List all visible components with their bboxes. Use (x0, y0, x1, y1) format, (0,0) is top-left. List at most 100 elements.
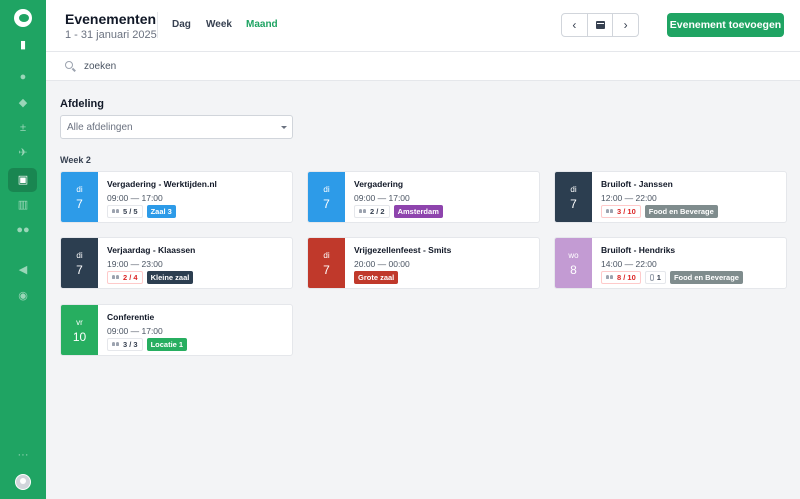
event-title: Vrijgezellenfeest - Smits (354, 245, 452, 255)
tab-week[interactable]: Week (206, 19, 232, 30)
attendee-count: 3 / 3 (107, 338, 143, 351)
event-title: Vergadering (354, 179, 404, 189)
event-date: di 7 (61, 172, 98, 222)
users-icon (606, 209, 614, 214)
users-icon (606, 275, 614, 280)
chevron-down-icon (281, 126, 287, 129)
event-day: 7 (570, 197, 577, 211)
event-day: 7 (323, 263, 330, 277)
building-icon[interactable]: ▮ (13, 35, 33, 55)
event-meta: Grote zaal (354, 271, 399, 284)
attendee-count-text: 3 / 10 (617, 207, 636, 216)
event-time: 12:00 — 22:00 (601, 193, 657, 203)
event-date: di 7 (61, 238, 98, 288)
event-card[interactable]: wo 8 Bruiloft - Hendriks 14:00 — 22:00 8 / 1… (554, 237, 787, 289)
event-meta: 2 / 2 Amsterdam (354, 205, 443, 218)
location-tag: Food en Beverage (669, 271, 743, 284)
event-meta: 2 / 4 Kleine zaal (107, 271, 194, 284)
department-select-value: Alle afdelingen (67, 122, 133, 133)
bar-chart-icon[interactable]: ▥ (13, 195, 33, 215)
event-meta: 3 / 3 Locatie 1 (107, 338, 188, 351)
plus-minus-icon[interactable]: ± (13, 118, 33, 138)
event-day: 7 (76, 263, 83, 277)
event-title: Verjaardag - Klaassen (107, 245, 196, 255)
attendee-count: 8 / 10 (601, 271, 641, 284)
event-day: 8 (570, 263, 577, 277)
location-tag: Locatie 1 (146, 338, 188, 351)
calendar-icon (595, 21, 605, 29)
attendee-count-text: 2 / 2 (370, 207, 385, 216)
date-navigation: ‹ › (561, 13, 639, 37)
location-tag: Food en Beverage (644, 205, 718, 218)
event-weekday: di (323, 185, 330, 194)
page-title: Evenementen (65, 11, 157, 27)
event-date: di 7 (555, 172, 592, 222)
tab-month[interactable]: Maand (246, 19, 278, 30)
department-label: Afdeling (60, 98, 104, 110)
event-title: Bruiloft - Hendriks (601, 245, 676, 255)
event-day: 7 (76, 197, 83, 211)
event-weekday: di (76, 185, 83, 194)
event-date: di 7 (308, 238, 345, 288)
users-icon (359, 209, 367, 214)
tab-day[interactable]: Dag (172, 19, 191, 30)
event-time: 09:00 — 17:00 (107, 193, 163, 203)
event-weekday: di (76, 251, 83, 260)
location-tag: Amsterdam (393, 205, 443, 218)
event-weekday: di (570, 185, 577, 194)
location-tag: Kleine zaal (146, 271, 194, 284)
logo-icon[interactable] (14, 9, 32, 27)
attendee-count-text: 8 / 10 (617, 273, 636, 282)
clock-icon[interactable]: ● (13, 67, 33, 87)
event-title: Bruiloft - Janssen (601, 179, 673, 189)
attendee-count-text: 5 / 5 (123, 207, 138, 216)
event-meta: 8 / 10 1 Food en Beverage (601, 271, 743, 284)
calendar-icon[interactable]: ▣ (13, 170, 33, 190)
event-card[interactable]: di 7 Vrijgezellenfeest - Smits 20:00 — 00:0… (307, 237, 540, 289)
department-select[interactable]: Alle afdelingen (60, 115, 293, 139)
week-label: Week 2 (60, 155, 91, 165)
attachment-count: 1 (644, 271, 666, 284)
chevron-right-icon: › (623, 18, 628, 32)
prev-button[interactable]: ‹ (562, 14, 588, 36)
fire-icon[interactable]: ◆ (13, 93, 33, 113)
attendee-count-text: 3 / 3 (123, 340, 138, 349)
event-card[interactable]: di 7 Vergadering - Werktijden.nl 09:00 — 17… (60, 171, 293, 223)
megaphone-icon[interactable]: ◀ (13, 260, 33, 280)
users-icon (112, 275, 120, 280)
event-day: 7 (323, 197, 330, 211)
users-icon[interactable]: ●● (13, 220, 33, 240)
next-button[interactable]: › (613, 14, 638, 36)
today-button[interactable] (588, 14, 614, 36)
event-date: di 7 (308, 172, 345, 222)
event-time: 19:00 — 23:00 (107, 259, 163, 269)
event-card[interactable]: di 7 Bruiloft - Janssen 12:00 — 22:00 3 / 10… (554, 171, 787, 223)
location-tag: Zaal 3 (146, 205, 176, 218)
users-icon (112, 342, 120, 347)
event-title: Conferentie (107, 312, 155, 322)
event-meta: 3 / 10 Food en Beverage (601, 205, 718, 218)
paperclip-icon (649, 274, 654, 281)
header: Evenementen 1 - 31 januari 2025 Dag Week… (46, 0, 800, 52)
event-card[interactable]: di 7 Verjaardag - Klaassen 19:00 — 23:00 2 /… (60, 237, 293, 289)
add-event-button[interactable]: Evenement toevoegen (667, 13, 784, 37)
search-input[interactable]: zoeken (84, 61, 116, 72)
event-time: 14:00 — 22:00 (601, 259, 657, 269)
plane-icon[interactable]: ✈ (13, 143, 33, 163)
event-card[interactable]: di 7 Vergadering 09:00 — 17:00 2 / 2 Amsterda… (307, 171, 540, 223)
header-divider (157, 12, 158, 38)
event-date: wo 8 (555, 238, 592, 288)
attachment-count-text: 1 (656, 273, 661, 282)
chevron-left-icon: ‹ (572, 18, 577, 32)
event-card[interactable]: vr 10 Conferentie 09:00 — 17:00 3 / 3 Locatie… (60, 304, 293, 356)
event-date: vr 10 (61, 305, 98, 355)
event-meta: 5 / 5 Zaal 3 (107, 205, 176, 218)
users-icon (112, 209, 120, 214)
more-icon[interactable]: ··· (13, 445, 33, 465)
attendee-count: 2 / 2 (354, 205, 390, 218)
avatar[interactable] (15, 474, 31, 490)
event-time: 09:00 — 17:00 (107, 326, 163, 336)
attendee-count: 3 / 10 (601, 205, 641, 218)
attendee-count: 2 / 4 (107, 271, 143, 284)
chat-icon[interactable]: ◉ (13, 286, 33, 306)
